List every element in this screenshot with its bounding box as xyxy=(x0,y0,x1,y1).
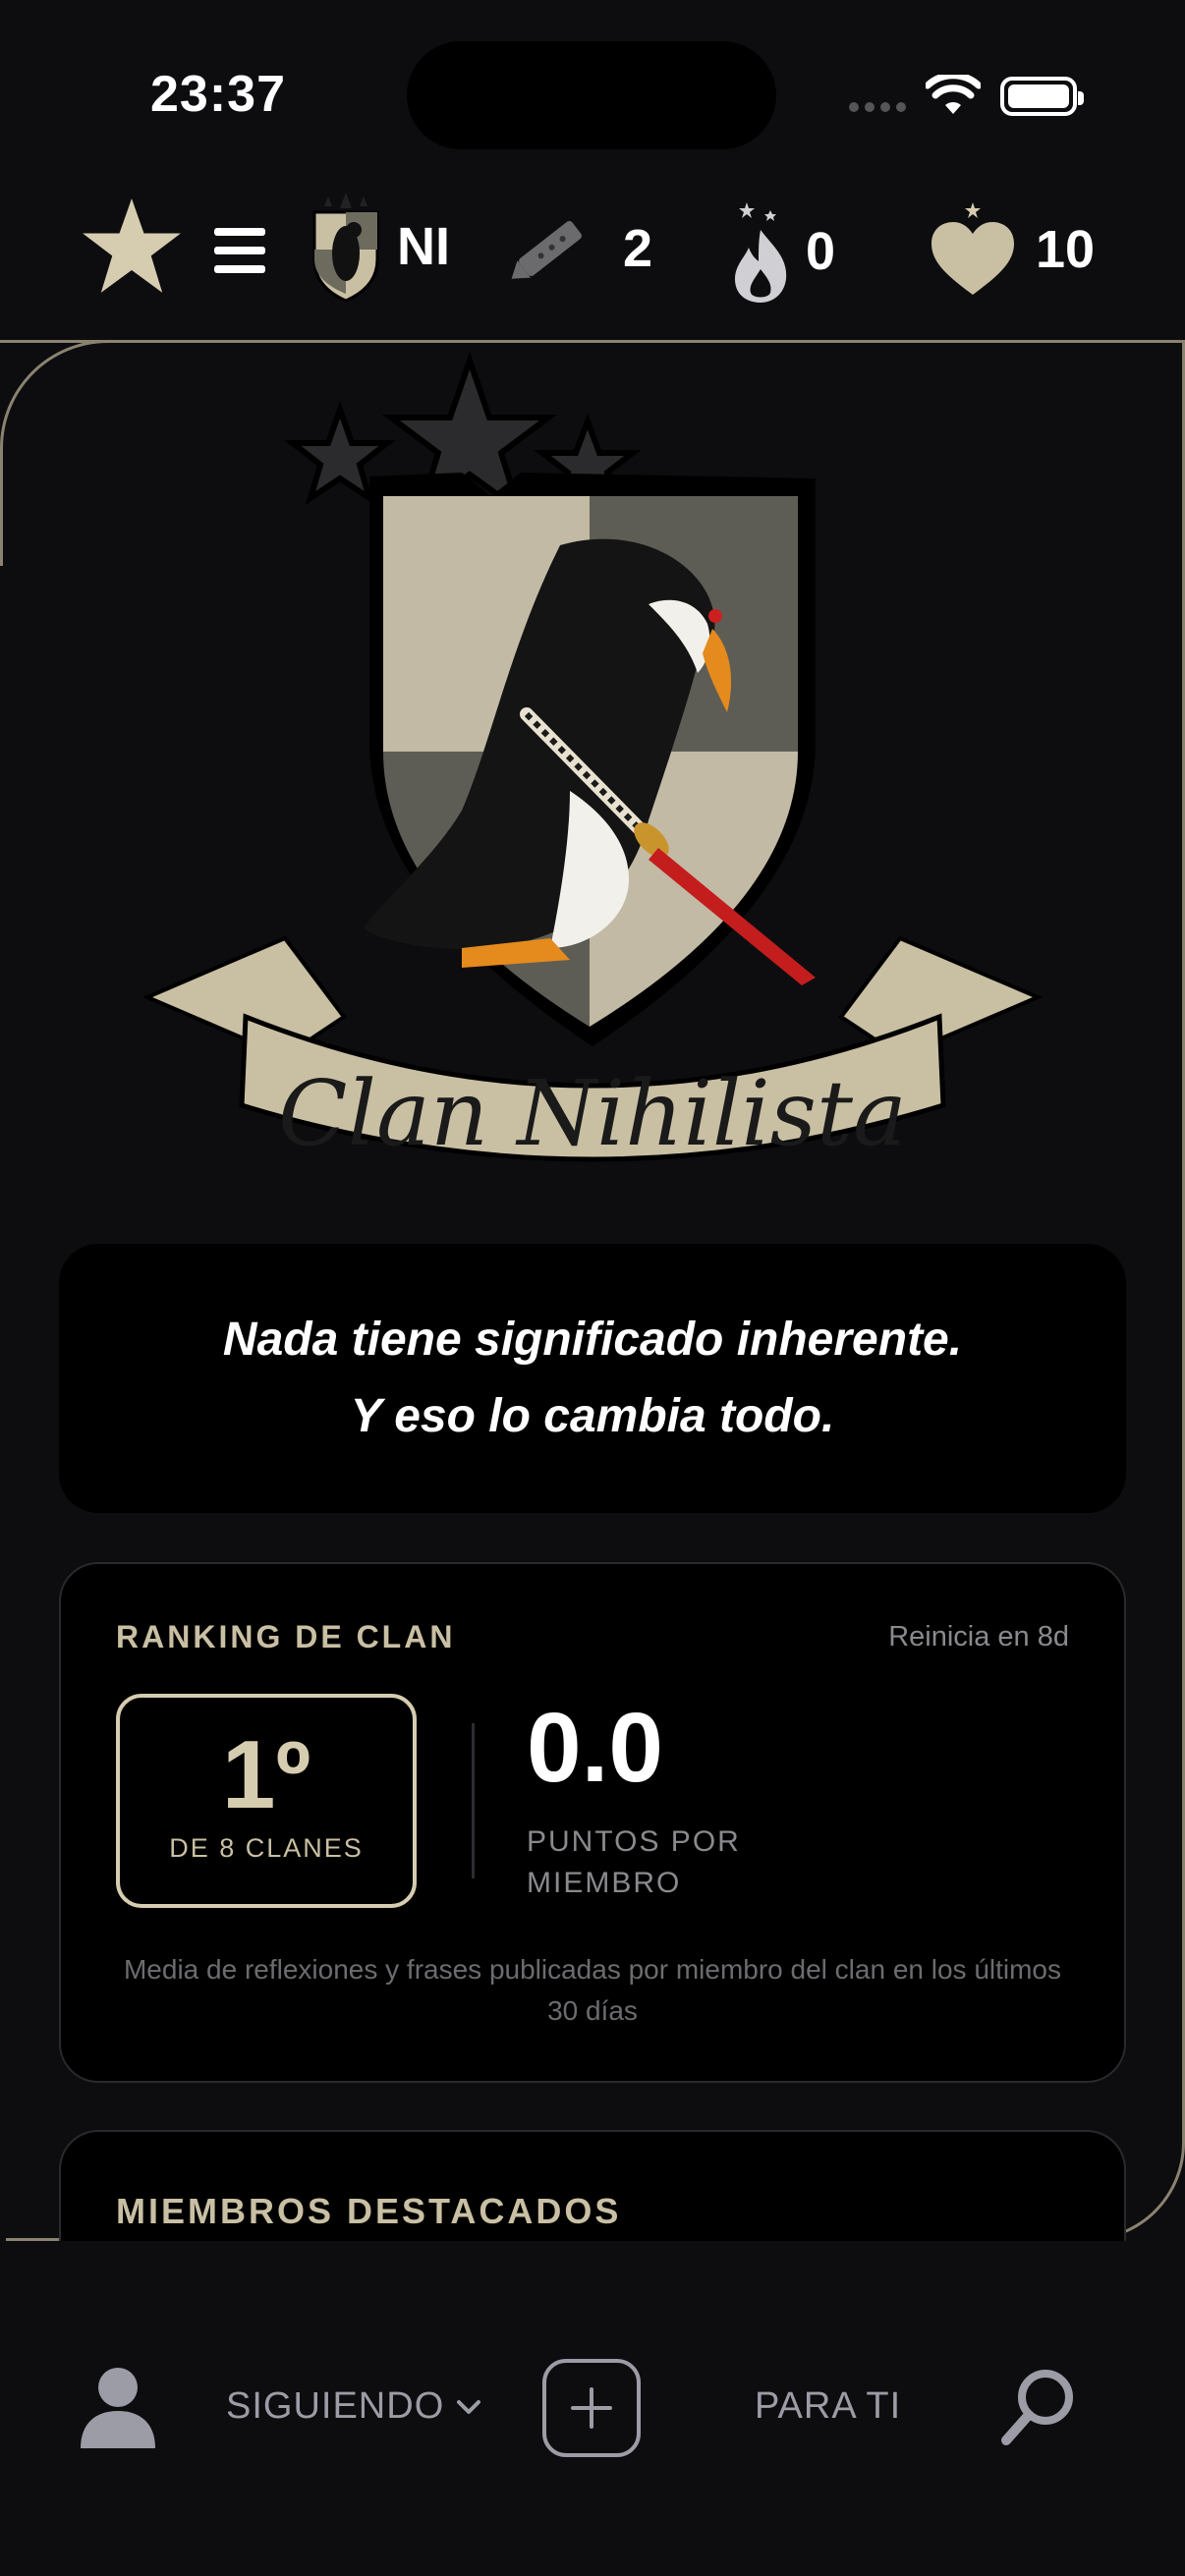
ranking-title: RANKING DE CLAN xyxy=(116,1619,456,1654)
quills-count: 2 xyxy=(623,219,653,278)
rank-divider xyxy=(472,1723,475,1878)
clan-crest: Clan Nihilista xyxy=(141,351,1044,1166)
create-post-button[interactable] xyxy=(542,2359,641,2457)
search-icon[interactable] xyxy=(998,2366,1077,2448)
battery-icon xyxy=(1000,77,1084,116)
streak-counter[interactable]: 0 xyxy=(729,200,835,303)
following-label: SIGUIENDO xyxy=(226,2385,445,2427)
rank-position: 1º xyxy=(221,1720,311,1828)
rank-score: 0.0 xyxy=(527,1693,664,1803)
status-time: 23:37 xyxy=(150,66,286,123)
clan-tag: NI xyxy=(397,217,450,276)
ranking-reset-label: Reinicia en 8d xyxy=(888,1621,1069,1652)
motto-line-2: Y eso lo cambia todo. xyxy=(350,1390,835,1442)
rank-position-box: 1º DE 8 CLANES xyxy=(116,1694,417,1908)
bottom-nav: SIGUIENDO PARA TI xyxy=(0,2244,1185,2576)
cellular-signal-icon xyxy=(849,102,906,112)
motto-line-1: Nada tiene significado inherente. xyxy=(222,1314,963,1366)
flame-icon xyxy=(735,202,787,303)
dynamic-island xyxy=(407,41,776,149)
star-icon[interactable] xyxy=(81,195,183,297)
streak-count: 0 xyxy=(806,222,836,281)
featured-members-card[interactable]: MIEMBROS DESTACADOS xyxy=(59,2130,1126,2241)
heart-icon xyxy=(931,202,1014,295)
menu-icon[interactable] xyxy=(214,228,265,273)
featured-members-title: MIEMBROS DESTACADOS xyxy=(116,2191,622,2231)
wifi-icon xyxy=(926,75,981,114)
hearts-counter[interactable]: 10 xyxy=(930,202,1095,297)
chevron-down-icon xyxy=(457,2399,481,2414)
plus-icon xyxy=(571,2387,612,2429)
top-bar: NI 2 0 10 xyxy=(0,187,1185,324)
rank-of-clans: DE 8 CLANES xyxy=(169,1833,364,1863)
clan-ranking-card[interactable]: RANKING DE CLAN Reinicia en 8d 1º DE 8 C… xyxy=(59,1562,1126,2083)
rank-score-label: PUNTOS POR MIEMBRO xyxy=(527,1825,741,1899)
quills-counter[interactable]: 2 xyxy=(501,206,652,291)
clan-badge[interactable]: NI xyxy=(310,191,450,303)
for-you-tab[interactable]: PARA TI xyxy=(755,2385,901,2428)
pencil-icon xyxy=(511,221,582,279)
hearts-count: 10 xyxy=(1036,220,1096,279)
ranking-note: Media de reflexiones y frases publicadas… xyxy=(123,1954,1062,2026)
clan-shield-icon xyxy=(312,193,379,303)
clan-motto-card: Nada tiene significado inherente. Y eso … xyxy=(59,1244,1126,1513)
crest-banner-text: Clan Nihilista xyxy=(278,1061,907,1166)
profile-icon[interactable] xyxy=(79,2366,157,2448)
following-tab[interactable]: SIGUIENDO xyxy=(226,2385,481,2428)
